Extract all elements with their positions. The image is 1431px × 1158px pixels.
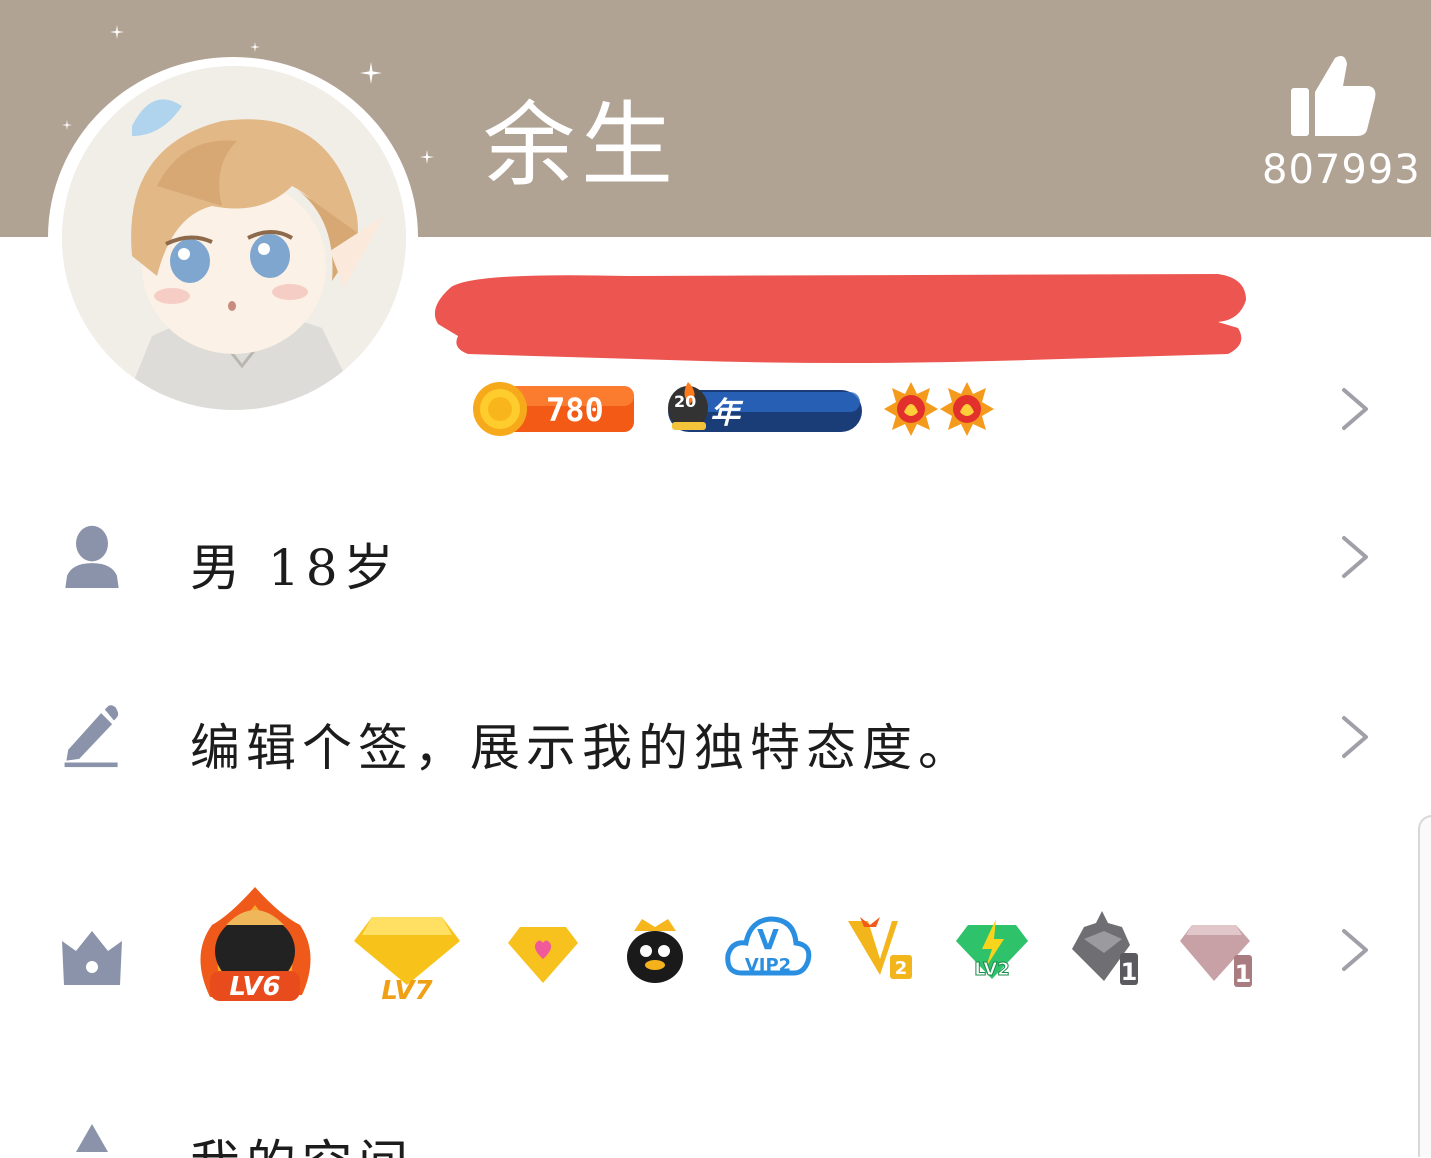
lv7-diamond-icon: LV7 bbox=[354, 917, 460, 1005]
heart-diamond-icon bbox=[508, 927, 578, 983]
space-row-text: 我的空间 bbox=[190, 1124, 414, 1158]
space-row[interactable]: 我的空间 bbox=[0, 1118, 1431, 1158]
signature-text: 编辑个签，展示我的独特态度。 bbox=[190, 719, 974, 777]
sparkle-icon bbox=[62, 120, 72, 130]
sparkle-icon bbox=[250, 42, 260, 52]
qq-penguin-icon bbox=[627, 919, 683, 983]
gray-rank-label: 1 bbox=[1121, 958, 1138, 986]
lv2-medal-label: LV2 bbox=[974, 959, 1009, 980]
sparkle-icon bbox=[360, 62, 382, 84]
svg-text:2: 2 bbox=[895, 958, 908, 979]
likes-widget[interactable]: 807993 bbox=[1262, 52, 1421, 193]
signature-row[interactable]: 编辑个签，展示我的独特态度。 bbox=[0, 700, 1431, 780]
chevron-right-icon bbox=[1342, 929, 1368, 971]
profile-name: 余生 bbox=[483, 92, 680, 199]
svip-label: 年SVIP6 bbox=[710, 396, 814, 467]
person-icon bbox=[65, 525, 119, 588]
avatar[interactable] bbox=[62, 66, 406, 410]
chevron-right-icon bbox=[1342, 536, 1368, 578]
chevron-right-icon[interactable] bbox=[1338, 386, 1372, 432]
svg-text:V: V bbox=[757, 923, 779, 956]
redaction-mark bbox=[434, 274, 1246, 363]
chevron-right-icon bbox=[1342, 716, 1368, 758]
gray-rank-icon: 1 bbox=[1072, 911, 1138, 986]
avatar-illustration bbox=[62, 66, 406, 410]
gender-age-row[interactable]: 男 18岁 bbox=[0, 520, 1431, 600]
lv6-medal-label: LV6 bbox=[229, 972, 280, 1002]
vip2-medal-label: VIP2 bbox=[745, 955, 791, 976]
rose-diamond-icon: 1 bbox=[1180, 925, 1252, 988]
gender-age-text: 男 18岁 bbox=[190, 539, 400, 597]
side-panel-edge[interactable] bbox=[1418, 815, 1431, 1157]
sparkle-icon bbox=[110, 25, 124, 39]
sun-badge-icon bbox=[940, 382, 994, 436]
medals-row[interactable]: LV6 LV7 V VIP2 2 LV2 1 1 bbox=[0, 885, 1431, 1015]
lv7-medal-label: LV7 bbox=[381, 976, 433, 1005]
lv2-green-diamond-icon: LV2 bbox=[956, 919, 1028, 981]
svip-years: 20 bbox=[674, 392, 697, 411]
coin-level-value: 780 bbox=[546, 391, 604, 429]
likes-count: 807993 bbox=[1262, 147, 1421, 193]
sparkle-icon bbox=[420, 150, 434, 164]
pencil-icon bbox=[64, 705, 119, 768]
thumbs-up-icon bbox=[1291, 56, 1376, 136]
triangle-icon bbox=[76, 1124, 108, 1152]
sun-badge-icon bbox=[884, 382, 938, 436]
vip2-cloud-icon: V VIP2 bbox=[725, 916, 812, 976]
crown-icon bbox=[62, 931, 122, 985]
v2-medal-icon: 2 bbox=[848, 917, 912, 979]
rose-rank-label: 1 bbox=[1235, 960, 1252, 988]
lv6-medal-icon: LV6 bbox=[200, 887, 311, 1002]
